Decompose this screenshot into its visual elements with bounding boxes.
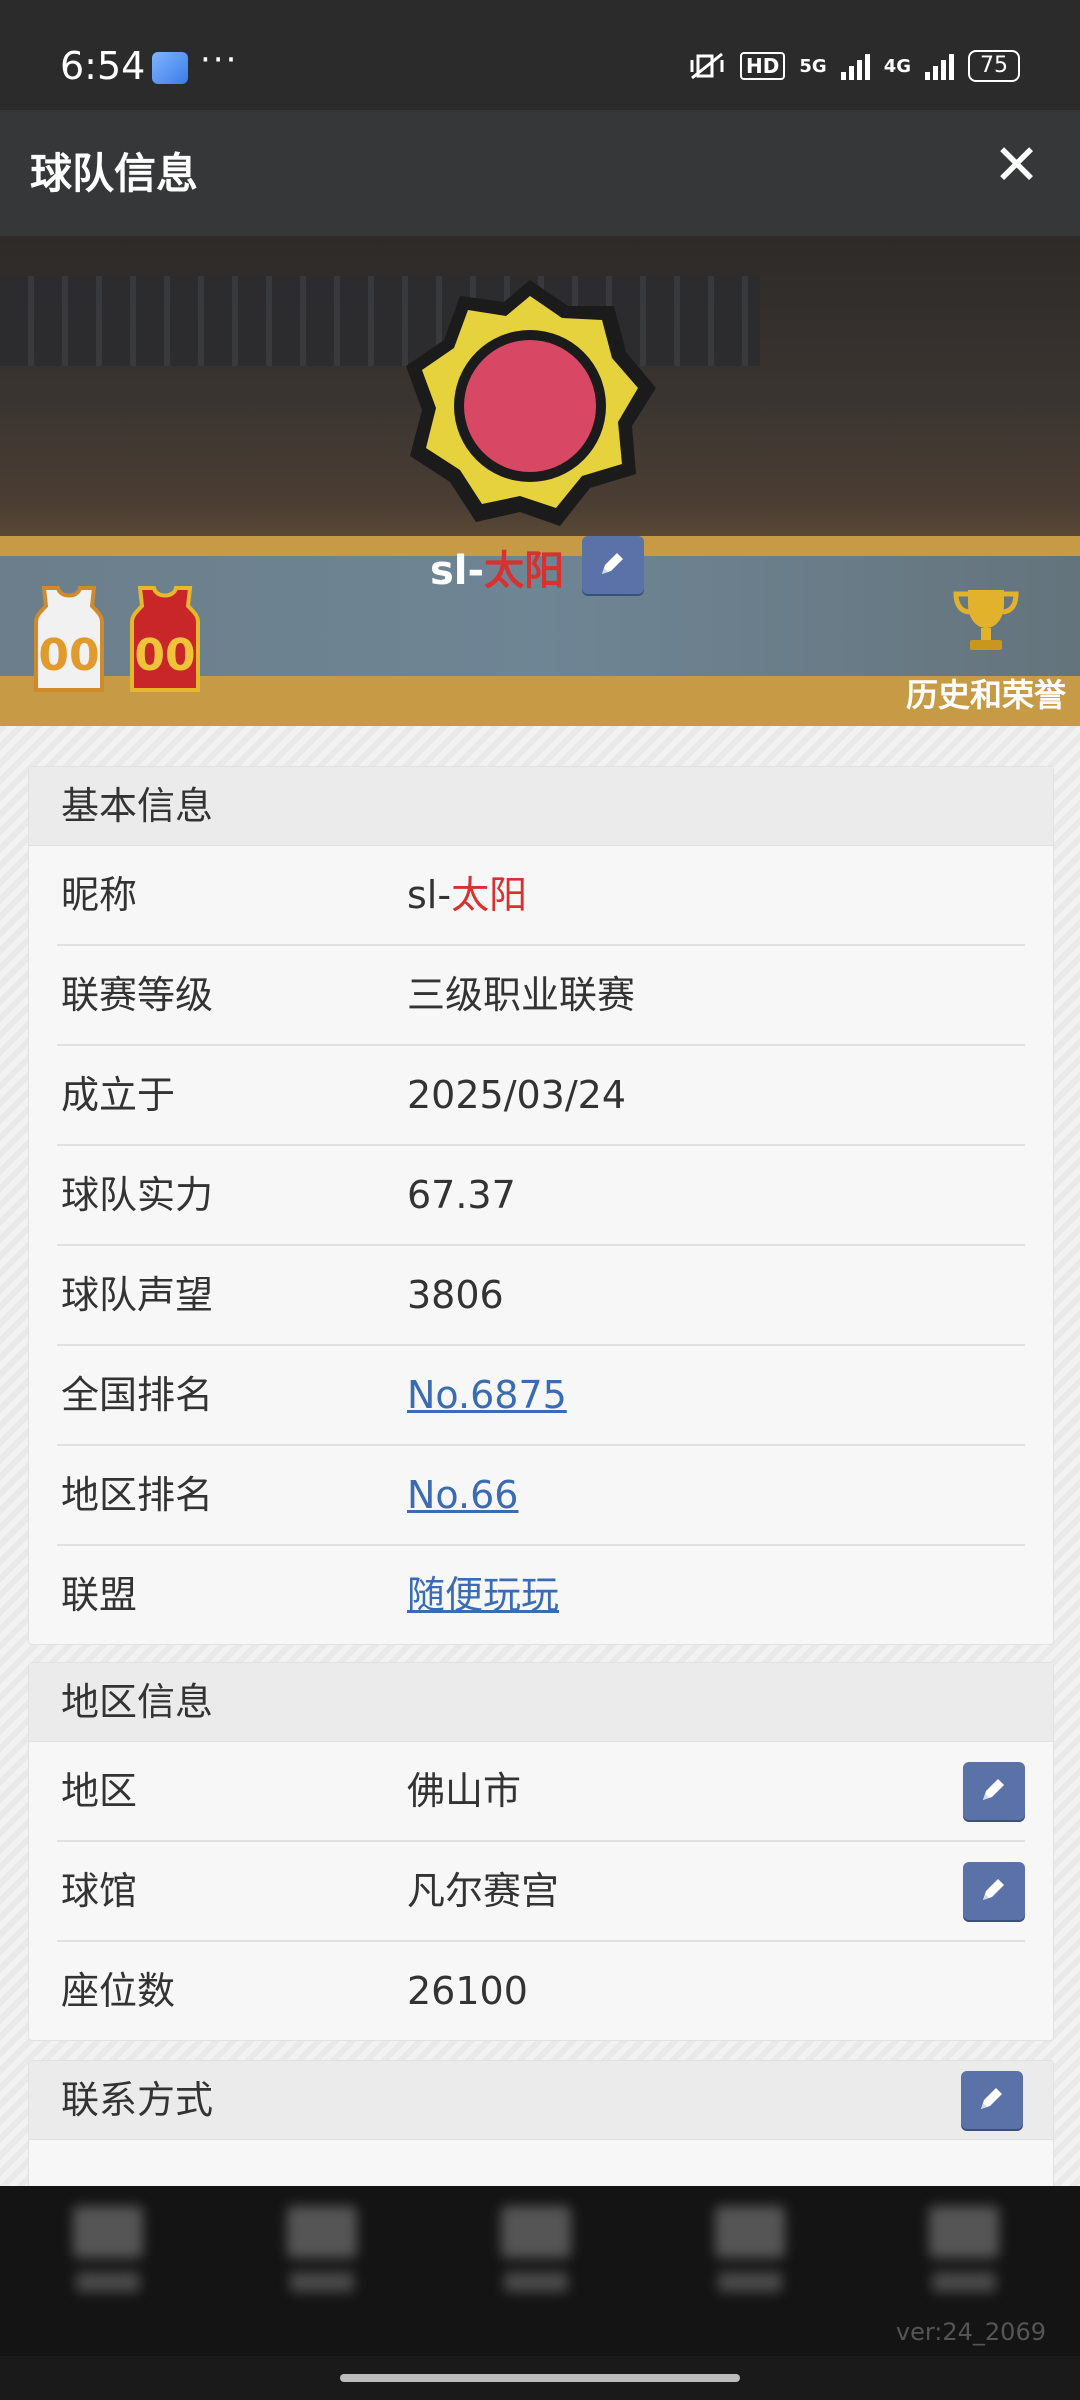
nav-icon [715,2206,785,2258]
row-label: 全国排名 [61,1373,214,1417]
pencil-icon [602,553,623,574]
status-time: 6:54 [60,44,146,88]
content-area: 基本信息 昵称 sl-太阳 联赛等级 三级职业联赛 成立于 2025/03/24… [0,726,1080,2201]
contact-title-label: 联系方式 [61,2078,214,2122]
row-label: 球队实力 [61,1173,214,1217]
alliance-row: 联盟 随便玩玩 [57,1546,1025,1644]
away-jersey-icon[interactable]: 00 [120,584,210,694]
nav-icon [73,2206,143,2258]
history-honor-button[interactable]: 历史和荣誉 [906,582,1066,716]
home-jersey-number: 00 [38,630,99,681]
trophy-icon [953,590,1019,650]
basic-info-card: 基本信息 昵称 sl-太阳 联赛等级 三级职业联赛 成立于 2025/03/24… [28,766,1054,1645]
founded-value: 2025/03/24 [407,1073,627,1117]
national-rank-link[interactable]: No.6875 [407,1346,567,1444]
page-title: 球队信息 [30,149,199,198]
history-honor-label: 历史和荣誉 [905,676,1066,714]
row-label: 座位数 [61,1969,176,2013]
mute-vibrate-icon [690,52,724,80]
region-rank-row: 地区排名 No.66 [57,1446,1025,1546]
region-row: 地区 佛山市 [57,1742,1025,1842]
league-level-row: 联赛等级 三级职业联赛 [57,946,1025,1046]
nickname-row: 昵称 sl-太阳 [57,846,1025,946]
row-label: 昵称 [61,873,138,917]
nav-icon [929,2206,999,2258]
title-bar: 球队信息 ✕ [0,110,1080,236]
team-name-suffix: 太阳 [484,548,565,594]
team-logo [406,280,656,526]
status-indicators: HD 5G 4G 75 [688,50,1020,82]
edit-team-name-button[interactable] [582,536,644,594]
team-name: sl-太阳 [430,538,564,596]
signal-5g-label: 5G [799,55,827,77]
basic-info-title: 基本信息 [29,767,1053,846]
nav-icon [501,2206,571,2258]
region-info-title: 地区信息 [29,1663,1053,1742]
nav-label-placeholder [290,2272,354,2292]
more-dots-icon: ··· [200,40,239,80]
row-label: 地区 [61,1769,138,1813]
row-label: 成立于 [61,1073,176,1117]
nav-item-3[interactable] [486,2206,586,2316]
nav-item-5[interactable] [914,2206,1014,2316]
arena-value: 凡尔赛宫 [407,1869,560,1913]
nav-label-placeholder [932,2272,996,2292]
contact-title: 联系方式 [29,2061,1053,2140]
signal-4g-label: 4G [883,55,911,77]
nav-label-placeholder [504,2272,568,2292]
contact-card: 联系方式 [28,2060,1054,2201]
team-prestige-value: 3806 [407,1273,504,1317]
edit-region-button[interactable] [963,1762,1025,1820]
edit-contact-button[interactable] [961,2071,1023,2129]
away-jersey-number: 00 [134,630,195,681]
nav-label-placeholder [76,2272,140,2292]
row-label: 联盟 [61,1573,138,1617]
alliance-link[interactable]: 随便玩玩 [407,1546,559,1644]
signal-4g-icon [925,52,954,80]
team-strength-row: 球队实力 67.37 [57,1146,1025,1246]
nav-icon [287,2206,357,2258]
pencil-icon [983,1879,1004,1900]
battery-icon: 75 [968,50,1020,82]
nav-label-placeholder [718,2272,782,2292]
bottom-navigation: ver:24_2069 [0,2186,1080,2356]
nav-item-4[interactable] [700,2206,800,2316]
region-value: 佛山市 [407,1769,522,1813]
row-label: 球馆 [61,1869,138,1913]
arena-row: 球馆 凡尔赛宫 [57,1842,1025,1942]
pencil-icon [981,2088,1002,2109]
close-icon[interactable]: ✕ [993,138,1040,194]
region-rank-link[interactable]: No.66 [407,1446,518,1544]
team-banner: sl-太阳 00 00 历史和荣誉 [0,236,1080,726]
nav-item-2[interactable] [272,2206,372,2316]
signal-5g-icon [840,52,870,80]
home-indicator[interactable] [340,2374,740,2382]
status-bar: 6:54 ··· HD 5G 4G 75 [0,0,1080,110]
hd-icon: HD [740,52,786,80]
edit-arena-button[interactable] [963,1862,1025,1920]
team-name-prefix: sl- [430,548,485,594]
team-prestige-row: 球队声望 3806 [57,1246,1025,1346]
nickname-suffix: 太阳 [451,873,528,917]
cloud-app-icon [152,52,188,84]
team-strength-value: 67.37 [407,1173,516,1217]
pencil-icon [983,1779,1004,1800]
seats-value: 26100 [407,1969,528,2013]
row-label: 球队声望 [61,1273,214,1317]
league-level-value: 三级职业联赛 [407,973,636,1017]
nav-item-1[interactable] [58,2206,158,2316]
founded-row: 成立于 2025/03/24 [57,1046,1025,1146]
row-label: 联赛等级 [61,973,214,1017]
seats-row: 座位数 26100 [57,1942,1025,2040]
home-jersey-icon[interactable]: 00 [24,584,114,694]
nickname-value: sl-太阳 [407,846,527,944]
nickname-prefix: sl- [407,873,452,917]
version-label: ver:24_2069 [895,2318,1046,2346]
region-info-card: 地区信息 地区 佛山市 球馆 凡尔赛宫 座位数 26100 [28,1662,1054,2041]
national-rank-row: 全国排名 No.6875 [57,1346,1025,1446]
row-label: 地区排名 [61,1473,214,1517]
